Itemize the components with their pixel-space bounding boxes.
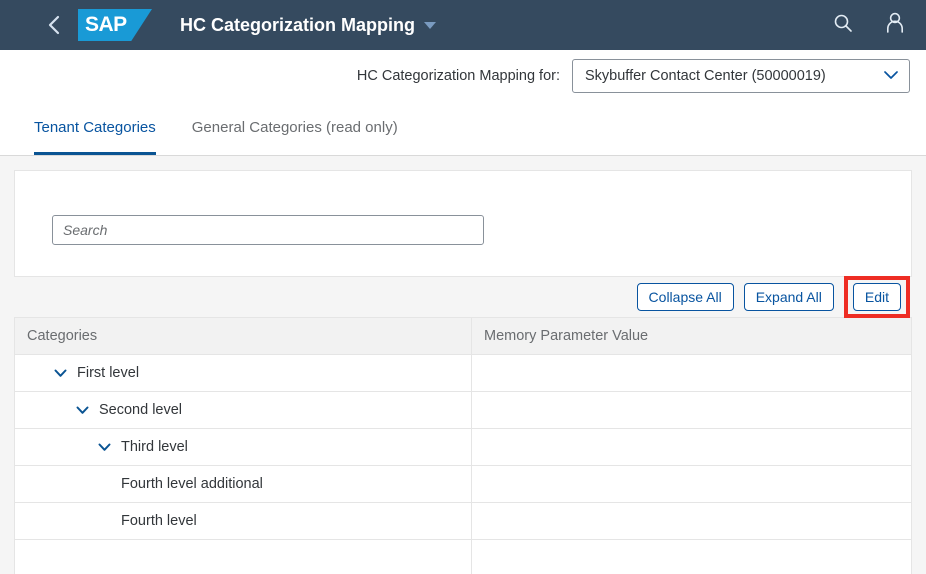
shell-header: SAP HC Categorization Mapping bbox=[0, 0, 926, 50]
expand-all-button[interactable]: Expand All bbox=[743, 283, 834, 311]
chevron-down-icon[interactable] bbox=[49, 369, 71, 378]
table-row[interactable]: Third level bbox=[15, 429, 911, 466]
memory-parameter-value-cell bbox=[472, 466, 911, 502]
column-header-categories: Categories bbox=[15, 318, 472, 354]
sap-logo-text: SAP bbox=[85, 13, 127, 36]
table-row[interactable] bbox=[15, 540, 911, 574]
category-cell: Second level bbox=[15, 392, 472, 428]
filter-panel bbox=[14, 170, 912, 277]
memory-parameter-value-cell bbox=[472, 540, 911, 574]
tab-label: General Categories (read only) bbox=[191, 119, 398, 136]
subheader: HC Categorization Mapping for: Skybuffer… bbox=[0, 50, 926, 102]
collapse-all-button[interactable]: Collapse All bbox=[636, 283, 734, 311]
tab-label: Tenant Categories bbox=[34, 119, 156, 136]
edit-button[interactable]: Edit bbox=[852, 283, 901, 311]
tab-bar: Tenant Categories General Categories (re… bbox=[0, 102, 926, 156]
search-input[interactable] bbox=[52, 214, 484, 245]
chevron-down-icon[interactable] bbox=[93, 443, 115, 452]
table-toolbar: Collapse All Expand All Edit bbox=[14, 276, 912, 318]
shell-title-menu[interactable]: HC Categorization Mapping bbox=[180, 15, 436, 36]
category-cell: Fourth level bbox=[15, 503, 472, 539]
categories-table: Categories Memory Parameter Value First … bbox=[14, 317, 912, 574]
category-label: Fourth level bbox=[121, 513, 197, 529]
user-button[interactable] bbox=[880, 10, 910, 40]
category-cell bbox=[15, 540, 472, 574]
category-label: Second level bbox=[99, 402, 183, 418]
chevron-down-icon bbox=[883, 67, 899, 85]
table-row[interactable]: First level bbox=[15, 355, 911, 392]
tab-general-categories[interactable]: General Categories (read only) bbox=[192, 102, 398, 155]
category-cell: First level bbox=[15, 355, 472, 391]
category-cell: Fourth level additional bbox=[15, 466, 472, 502]
search-icon bbox=[833, 13, 853, 38]
category-label: First level bbox=[77, 365, 140, 381]
page-content: Collapse All Expand All Edit Categories … bbox=[0, 156, 926, 574]
category-cell: Third level bbox=[15, 429, 472, 465]
memory-parameter-value-cell bbox=[472, 429, 911, 465]
table-row[interactable]: Fourth level bbox=[15, 503, 911, 540]
memory-parameter-value-cell bbox=[472, 392, 911, 428]
column-header-memory-parameter-value: Memory Parameter Value bbox=[484, 328, 649, 344]
sap-logo: SAP bbox=[78, 9, 152, 41]
tenant-select-value: Skybuffer Contact Center (50000019) bbox=[585, 68, 826, 84]
tab-tenant-categories[interactable]: Tenant Categories bbox=[34, 102, 156, 155]
memory-parameter-value-cell bbox=[472, 503, 911, 539]
tenant-select[interactable]: Skybuffer Contact Center (50000019) bbox=[572, 59, 910, 93]
user-icon bbox=[885, 12, 905, 39]
category-label: Fourth level additional bbox=[121, 476, 263, 492]
table-row[interactable]: Fourth level additional bbox=[15, 466, 911, 503]
table-row[interactable]: Second level bbox=[15, 392, 911, 429]
shell-actions bbox=[828, 0, 910, 50]
caret-down-icon bbox=[424, 21, 436, 29]
table-header-row: Categories Memory Parameter Value bbox=[15, 318, 911, 355]
back-button[interactable] bbox=[34, 3, 74, 47]
mapping-for-label: HC Categorization Mapping for: bbox=[356, 68, 560, 84]
chevron-left-icon bbox=[47, 14, 61, 36]
chevron-down-icon[interactable] bbox=[71, 406, 93, 415]
category-label: Third level bbox=[121, 439, 188, 455]
search-button[interactable] bbox=[828, 10, 858, 40]
memory-parameter-value-cell bbox=[472, 355, 911, 391]
edit-button-highlight: Edit bbox=[843, 276, 910, 318]
page-title: HC Categorization Mapping bbox=[180, 14, 415, 35]
